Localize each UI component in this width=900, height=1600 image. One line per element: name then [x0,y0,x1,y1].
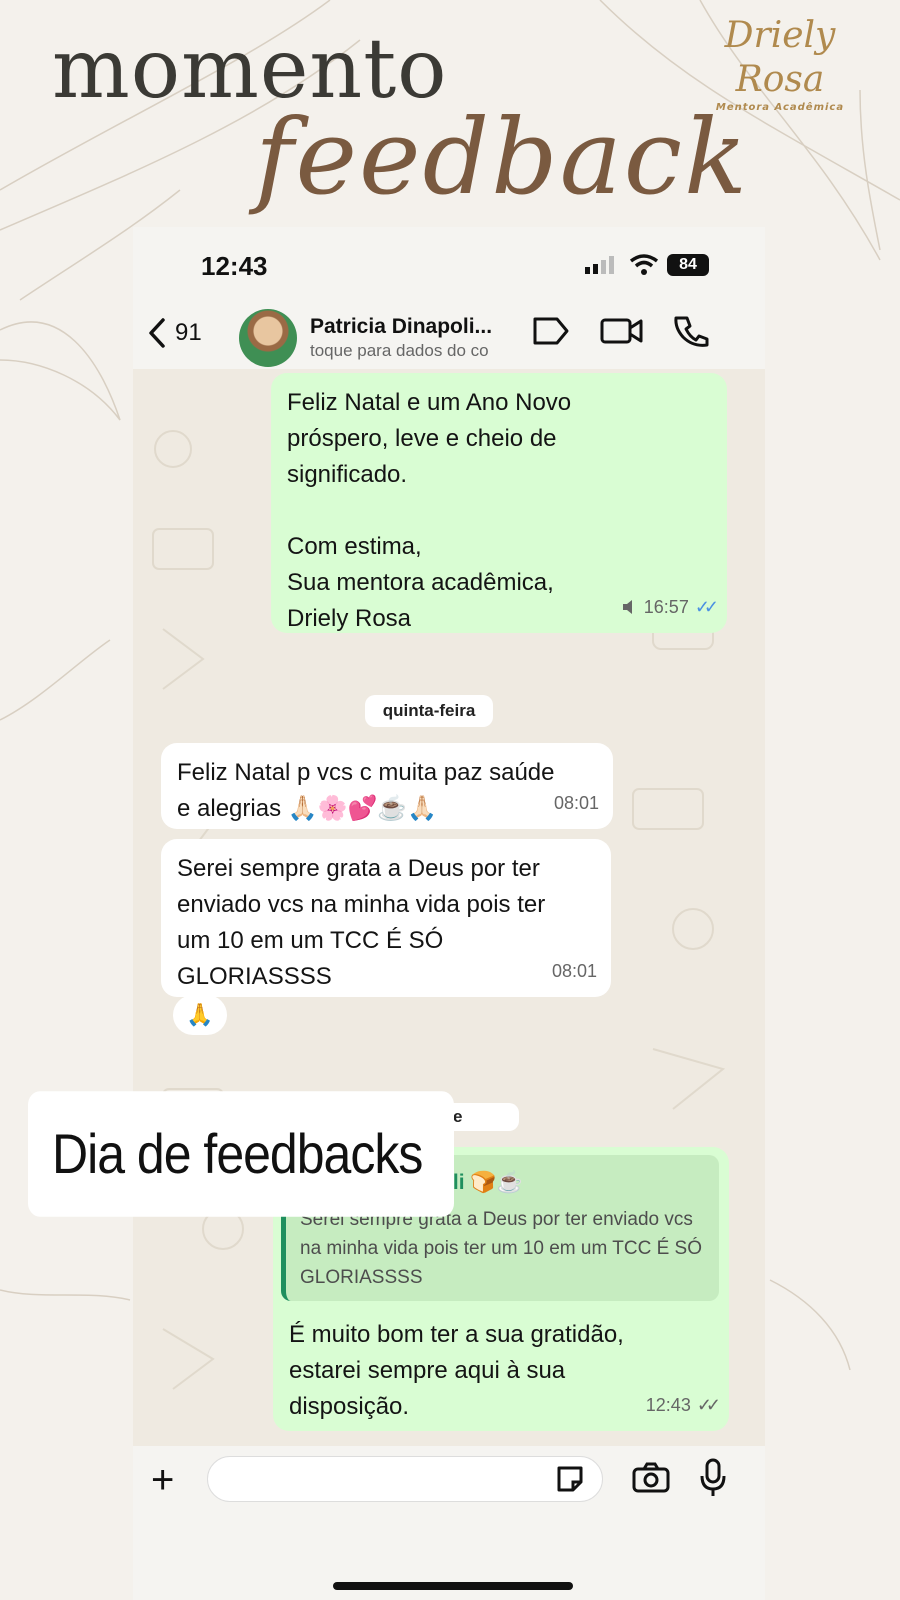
plus-icon[interactable]: + [151,1458,174,1503]
status-icons: 84 [585,251,725,281]
overlay-caption: Dia de feedbacks [28,1091,454,1217]
phone-screenshot: 12:43 84 91 Patricia Dinapoli... toque p… [133,227,765,1600]
message-time: 16:57 [643,597,689,617]
video-icon[interactable] [599,315,645,347]
avatar[interactable] [239,309,297,367]
speaker-icon [622,600,632,614]
brand-name: Driely Rosa [724,15,836,100]
battery-indicator: 84 [667,254,709,276]
message-time: 08:01 [553,793,599,813]
message-time: 12:43 [645,1395,691,1415]
wifi-icon [629,254,659,275]
contact-name[interactable]: Patricia Dinapoli... [310,315,492,339]
message-text: Serei sempre grata a Deus por ter enviad… [177,855,546,990]
date-separator: quinta-feira [365,695,493,727]
message-meta: 08:01 [554,785,599,821]
message-meta: 08:01 [552,953,597,989]
message-reaction[interactable]: 🙏 [173,995,227,1035]
message-text: Feliz Natal p vcs c muita paz saúde e al… [177,759,555,822]
message-bubble-incoming[interactable]: Feliz Natal p vcs c muita paz saúde e al… [161,743,613,829]
chat-header: 12:43 84 91 Patricia Dinapoli... toque p… [133,227,765,369]
signal-icon [585,256,614,274]
message-bubble-incoming[interactable]: Serei sempre grata a Deus por ter enviad… [161,839,611,997]
headline-feedback: feedback [255,96,750,218]
tag-icon[interactable] [531,315,571,347]
phone-call-icon[interactable] [673,315,709,349]
message-bubble-outgoing[interactable]: Feliz Natal e um Ano Novo próspero, leve… [271,373,727,633]
status-time: 12:43 [201,251,268,281]
brand-subtitle: Mentora Acadêmica [715,102,845,113]
message-meta: 12:43 ✓✓ [645,1387,721,1423]
message-time: 08:01 [551,961,597,981]
message-input[interactable] [207,1456,603,1502]
mic-icon[interactable] [699,1458,727,1498]
brand-logo: Driely Rosa Mentora Acadêmica [700,14,860,113]
compose-bar: + [133,1446,765,1600]
quote-text: Serei sempre grata a Deus por ter enviad… [300,1209,702,1288]
camera-icon[interactable] [631,1462,671,1494]
read-receipt-icon: ✓✓ [694,597,719,617]
home-indicator[interactable] [333,1582,573,1590]
chat-area[interactable]: Feliz Natal e um Ano Novo próspero, leve… [133,369,765,1446]
contact-subtitle[interactable]: toque para dados do co [310,341,524,361]
delivered-receipt-icon: ✓✓ [696,1395,721,1415]
sticker-icon[interactable] [555,1464,585,1494]
message-meta: 16:57 ✓✓ [622,589,719,625]
unread-count: 91 [175,319,202,346]
back-chevron-icon [149,318,165,348]
back-button[interactable]: 91 [147,313,227,353]
